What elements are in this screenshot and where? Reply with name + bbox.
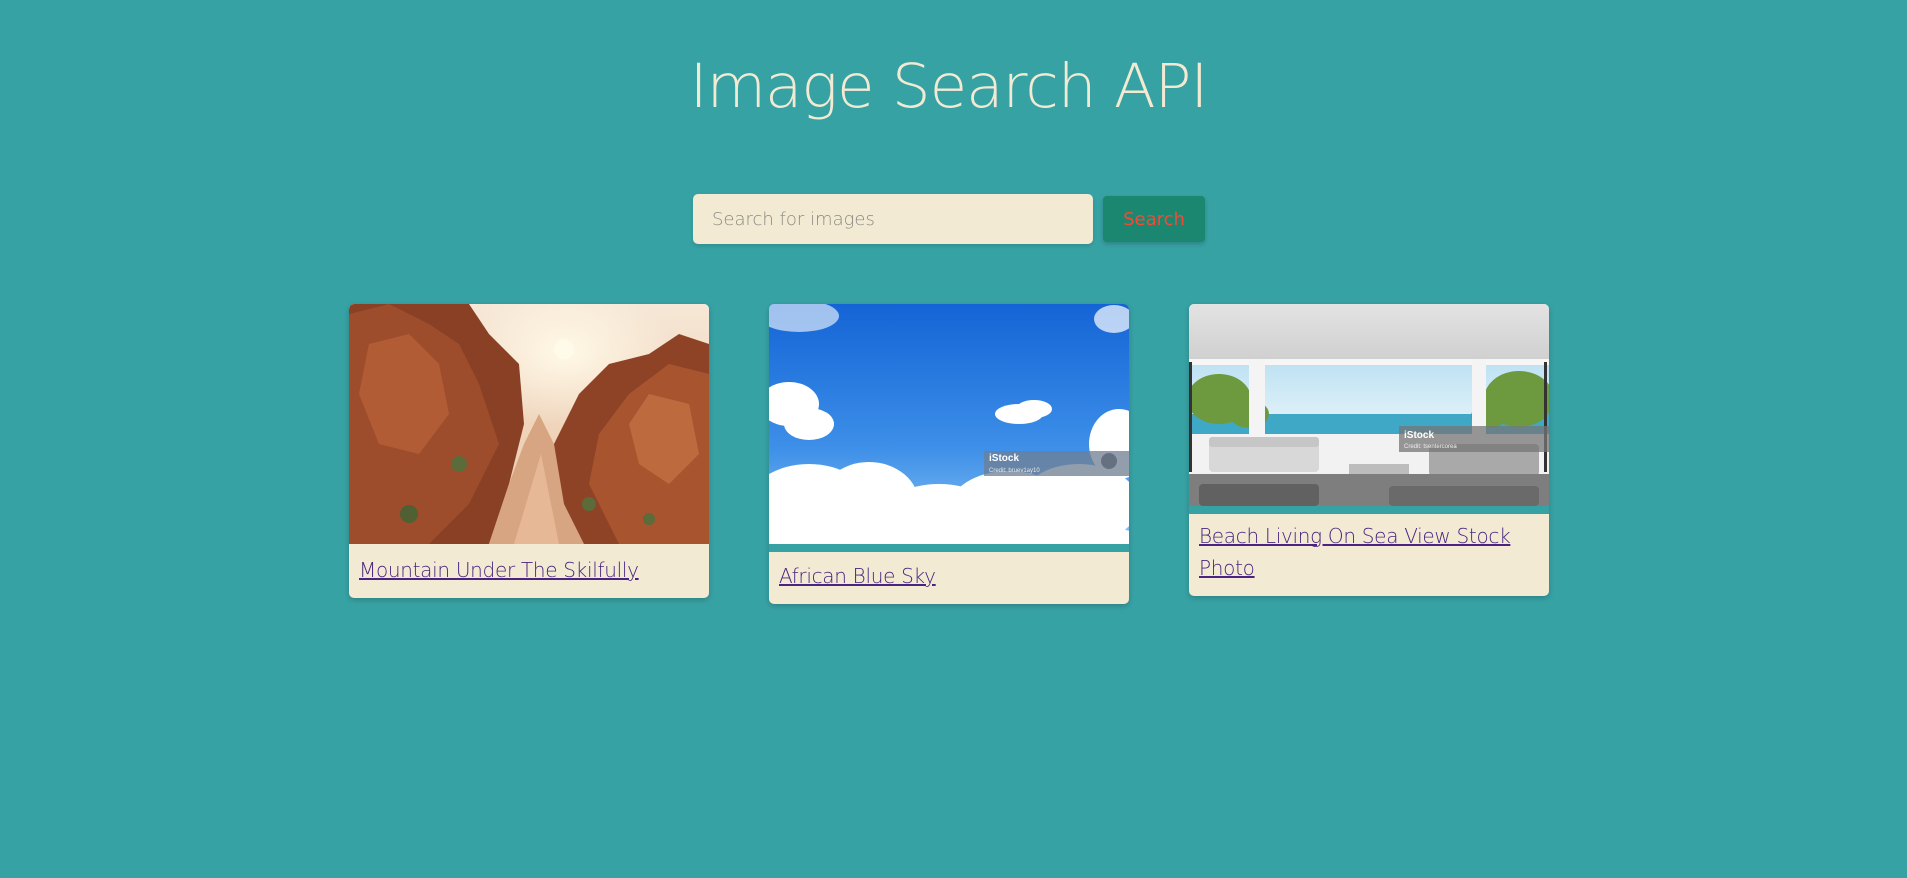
search-button[interactable]: Search [1103, 196, 1205, 242]
result-link[interactable]: Beach Living On Sea View Stock Photo [1189, 514, 1549, 596]
result-card: iStock Credit: tsentercorea Beach Living… [1189, 304, 1549, 596]
page-title: Image Search API [689, 51, 1209, 122]
istock-watermark: iStock [1404, 430, 1434, 441]
istock-watermark: iStock [989, 453, 1019, 464]
result-image[interactable]: iStock Credit: tsentercorea [1189, 304, 1549, 506]
result-link[interactable]: Mountain Under The Skilfully [349, 544, 709, 598]
result-link[interactable]: African Blue Sky [769, 552, 1129, 604]
result-card: iStock Credit: bruev1ay10 African Blue S… [769, 304, 1129, 604]
result-card: Mountain Under The Skilfully [349, 304, 709, 598]
result-image[interactable]: iStock Credit: bruev1ay10 [769, 304, 1129, 544]
search-input[interactable] [693, 194, 1093, 244]
image-credit: Credit: bruev1ay10 [989, 468, 1040, 474]
result-image[interactable] [349, 304, 709, 544]
card-divider [1189, 506, 1549, 514]
card-divider [769, 544, 1129, 552]
image-credit: Credit: tsentercorea [1404, 444, 1457, 450]
